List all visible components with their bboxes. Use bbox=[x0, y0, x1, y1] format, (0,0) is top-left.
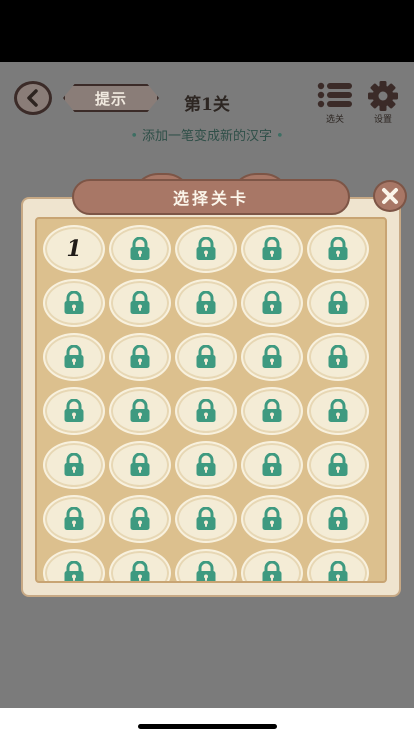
level-select-label: 选关 bbox=[325, 115, 344, 125]
lock-icon bbox=[196, 399, 216, 422]
lock-icon bbox=[262, 453, 282, 476]
dialog-title: 选择关卡 bbox=[172, 189, 249, 208]
level-cell-locked[interactable] bbox=[175, 549, 237, 581]
lock-icon bbox=[64, 453, 84, 476]
level-cell-locked[interactable] bbox=[43, 495, 105, 543]
level-grid-container[interactable]: 1 bbox=[35, 217, 387, 583]
level-cell-locked[interactable] bbox=[307, 279, 369, 327]
level-cell-locked[interactable] bbox=[307, 387, 369, 435]
level-cell-locked[interactable] bbox=[307, 333, 369, 381]
level-cell-locked[interactable] bbox=[175, 225, 237, 273]
level-cell-locked[interactable] bbox=[241, 225, 303, 273]
level-cell-locked[interactable] bbox=[307, 549, 369, 581]
level-cell-unlocked[interactable]: 1 bbox=[43, 225, 105, 273]
level-cell-locked[interactable] bbox=[43, 549, 105, 581]
lock-icon bbox=[328, 507, 348, 530]
lock-icon bbox=[196, 507, 216, 530]
lock-icon bbox=[64, 345, 84, 368]
level-select-panel: 1 bbox=[21, 197, 401, 597]
level-cell-locked[interactable] bbox=[109, 441, 171, 489]
level-cell-locked[interactable] bbox=[175, 279, 237, 327]
level-cell-locked[interactable] bbox=[307, 495, 369, 543]
lock-icon bbox=[262, 291, 282, 314]
level-subtitle: • 添加一笔变成新的汉字 • bbox=[0, 125, 414, 144]
level-cell-locked[interactable] bbox=[241, 333, 303, 381]
level-cell-locked[interactable] bbox=[109, 225, 171, 273]
level-cell-locked[interactable] bbox=[307, 441, 369, 489]
lock-icon bbox=[328, 237, 348, 260]
level-cell-locked[interactable] bbox=[109, 549, 171, 581]
lock-icon bbox=[262, 345, 282, 368]
lock-icon bbox=[64, 507, 84, 530]
level-cell-locked[interactable] bbox=[175, 387, 237, 435]
lock-icon bbox=[196, 291, 216, 314]
hint-label: 提示 bbox=[94, 89, 127, 108]
level-cell-locked[interactable] bbox=[241, 387, 303, 435]
level-cell-locked[interactable] bbox=[43, 333, 105, 381]
home-indicator[interactable] bbox=[138, 724, 277, 729]
level-cell-locked[interactable] bbox=[175, 441, 237, 489]
lock-icon bbox=[130, 507, 150, 530]
level-cell-locked[interactable] bbox=[241, 279, 303, 327]
list-icon bbox=[317, 82, 352, 108]
level-grid: 1 bbox=[43, 225, 383, 581]
level-cell-locked[interactable] bbox=[43, 279, 105, 327]
status-bar-area bbox=[0, 0, 414, 62]
lock-icon bbox=[130, 453, 150, 476]
lock-icon bbox=[64, 399, 84, 422]
lock-icon bbox=[328, 561, 348, 581]
lock-icon bbox=[196, 561, 216, 581]
level-select-button[interactable]: 选关 bbox=[314, 81, 356, 125]
lock-icon bbox=[262, 237, 282, 260]
lock-icon bbox=[262, 399, 282, 422]
lock-icon bbox=[130, 399, 150, 422]
settings-label: 设置 bbox=[373, 115, 392, 125]
lock-icon bbox=[262, 507, 282, 530]
lock-icon bbox=[130, 345, 150, 368]
lock-icon bbox=[130, 237, 150, 260]
lock-icon bbox=[196, 345, 216, 368]
dialog-title-banner: 选择关卡 bbox=[72, 173, 350, 219]
lock-icon bbox=[328, 453, 348, 476]
back-button[interactable] bbox=[14, 81, 52, 115]
close-dialog-button[interactable] bbox=[373, 180, 407, 212]
settings-button[interactable]: 设置 bbox=[364, 81, 402, 125]
level-cell-locked[interactable] bbox=[109, 387, 171, 435]
subtitle-text: 添加一笔变成新的汉字 bbox=[141, 129, 272, 144]
close-icon bbox=[382, 188, 398, 204]
level-cell-locked[interactable] bbox=[109, 279, 171, 327]
home-bar-area bbox=[0, 708, 414, 736]
lock-icon bbox=[328, 291, 348, 314]
level-cell-locked[interactable] bbox=[175, 333, 237, 381]
lock-icon bbox=[64, 561, 84, 581]
lock-icon bbox=[328, 345, 348, 368]
gear-icon bbox=[368, 81, 398, 111]
bullet-dot-icon: • bbox=[276, 129, 284, 144]
lock-icon bbox=[262, 561, 282, 581]
level-number: 1 bbox=[66, 236, 82, 262]
level-cell-locked[interactable] bbox=[43, 441, 105, 489]
lock-icon bbox=[130, 561, 150, 581]
chevron-left-icon bbox=[27, 89, 38, 107]
level-cell-locked[interactable] bbox=[241, 495, 303, 543]
level-cell-locked[interactable] bbox=[109, 333, 171, 381]
lock-icon bbox=[196, 453, 216, 476]
hint-button[interactable]: 提示 bbox=[63, 84, 159, 112]
level-cell-locked[interactable] bbox=[241, 549, 303, 581]
level-cell-locked[interactable] bbox=[307, 225, 369, 273]
lock-icon bbox=[64, 291, 84, 314]
level-cell-locked[interactable] bbox=[43, 387, 105, 435]
lock-icon bbox=[196, 237, 216, 260]
level-cell-locked[interactable] bbox=[175, 495, 237, 543]
bullet-dot-icon: • bbox=[130, 129, 138, 144]
lock-icon bbox=[130, 291, 150, 314]
level-cell-locked[interactable] bbox=[241, 441, 303, 489]
level-cell-locked[interactable] bbox=[109, 495, 171, 543]
lock-icon bbox=[328, 399, 348, 422]
level-title: 第1关 bbox=[184, 95, 230, 115]
